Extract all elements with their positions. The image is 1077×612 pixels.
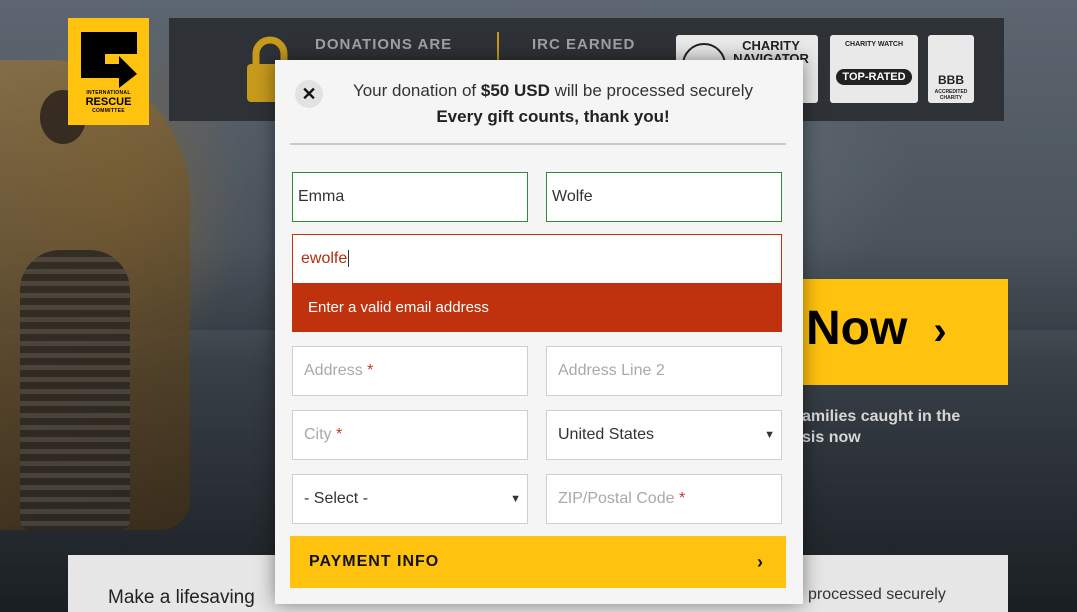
first-name-field[interactable]: Emma (292, 172, 528, 222)
donation-amount: $50 USD (480, 81, 550, 100)
email-field[interactable]: ewolfe (293, 235, 781, 283)
city-field[interactable]: City * (292, 410, 528, 460)
state-select[interactable]: - Select - ▼ (292, 474, 528, 524)
last-name-field[interactable]: Wolfe (546, 172, 782, 222)
charity-watch-label: TOP-RATED (836, 69, 912, 85)
first-name-value: Emma (298, 188, 345, 205)
trust-text-donations: DONATIONS ARE (315, 36, 453, 53)
city-placeholder: City (304, 426, 332, 443)
logo-wordmark: INTERNATIONAL RESCUE COMMITTEE (68, 91, 149, 114)
address-placeholder: Address (304, 362, 363, 379)
trust-divider (497, 32, 499, 60)
background-tagline-line-2: sis now (802, 429, 861, 446)
logo-line-3: COMMITTEE (92, 108, 125, 114)
email-error-message: Enter a valid email address (292, 283, 782, 332)
bbb-label-small: ACCREDITED CHARITY (934, 89, 968, 101)
zip-placeholder: ZIP/Postal Code (558, 490, 675, 507)
modal-message-prefix: Your donation of (352, 81, 481, 100)
logo-line-2: RESCUE (85, 96, 132, 108)
caret-down-icon: ▼ (510, 493, 521, 505)
last-name-value: Wolfe (552, 188, 593, 205)
donation-modal: ✕ Your donation of $50 USD will be proce… (275, 60, 803, 604)
required-mark: * (367, 362, 374, 379)
required-mark: * (336, 426, 343, 443)
background-tagline-line-1: amilies caught in the (802, 408, 961, 425)
modal-thanks: Every gift counts, thank you! (436, 107, 670, 126)
chevron-right-icon: › (933, 309, 947, 353)
email-value: ewolfe (301, 250, 348, 267)
address-line-2-placeholder: Address Line 2 (558, 362, 665, 379)
required-mark: * (678, 490, 686, 507)
irc-logo-icon (79, 30, 139, 90)
modal-message-suffix: will be processed securely (549, 81, 754, 100)
text-cursor (348, 250, 350, 268)
address-line-2-field[interactable]: Address Line 2 (546, 346, 782, 396)
background-person (20, 250, 130, 530)
irc-logo[interactable]: INTERNATIONAL RESCUE COMMITTEE (68, 18, 149, 125)
country-value: United States (558, 426, 655, 443)
bbb-label: BBB (938, 73, 964, 87)
country-select[interactable]: United States ▼ (546, 410, 782, 460)
chevron-right-icon: › (757, 552, 764, 572)
charity-watch-label-small: CHARITY WATCH (844, 41, 904, 48)
charity-watch-badge: CHARITY WATCH TOP-RATED (830, 35, 918, 103)
address-field[interactable]: Address * (292, 346, 528, 396)
bbb-badge: BBB ACCREDITED CHARITY (928, 35, 974, 103)
payment-info-button[interactable]: PAYMENT INFO › (290, 536, 786, 588)
payment-info-label: PAYMENT INFO (309, 553, 440, 570)
donate-now-label: Now (806, 302, 908, 355)
email-field-group: ewolfe Enter a valid email address (292, 234, 782, 332)
state-value: - Select - (304, 490, 369, 507)
trust-text-earned: IRC EARNED (532, 36, 636, 53)
modal-divider (290, 143, 786, 145)
bottom-panel-secure-note: processed securely (808, 586, 946, 603)
bottom-panel-heading: Make a lifesaving (108, 587, 255, 608)
modal-message: Your donation of $50 USD will be process… (275, 81, 803, 101)
zip-field[interactable]: ZIP/Postal Code * (546, 474, 782, 524)
caret-down-icon: ▼ (764, 429, 775, 441)
donate-now-button[interactable]: Now › (800, 279, 1008, 385)
background-tagline: amilies caught in the sis now (802, 406, 960, 448)
